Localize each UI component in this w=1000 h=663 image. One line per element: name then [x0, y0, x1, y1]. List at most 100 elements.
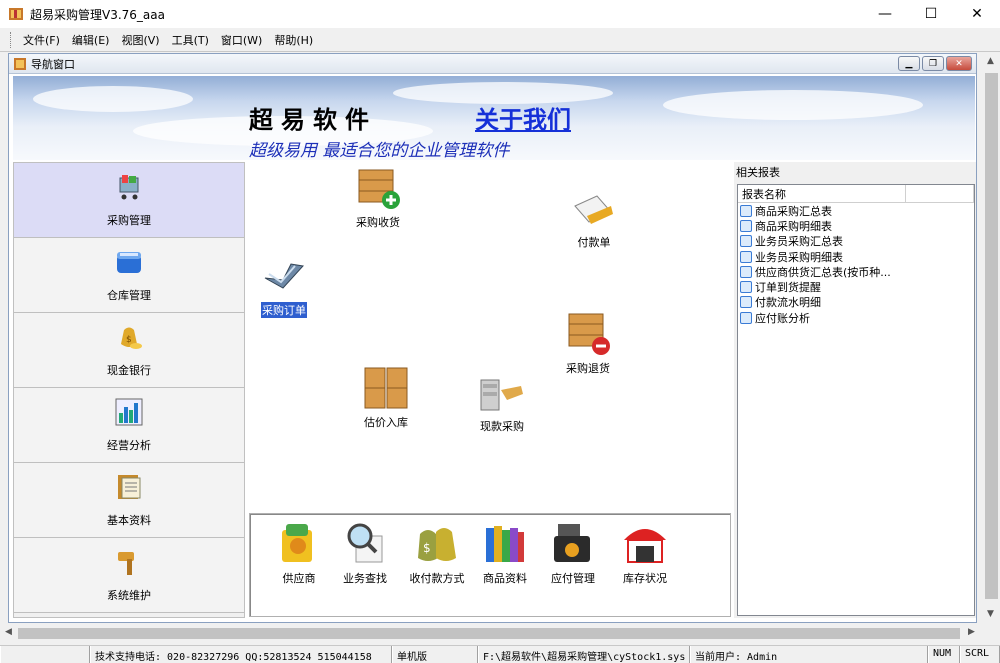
purchase-order-item[interactable]: 采购订单 [261, 258, 307, 318]
svg-text:$: $ [126, 335, 132, 345]
item-label: 采购订单 [261, 302, 307, 318]
nav-label: 系统维护 [107, 589, 151, 602]
crate-add-icon [358, 169, 400, 209]
report-icon [740, 281, 752, 294]
hammer-icon [118, 552, 134, 575]
nav-label: 采购管理 [107, 214, 151, 227]
quick-label: 库存状况 [623, 572, 667, 585]
quick-label: 商品资料 [483, 572, 527, 585]
nav-basic-data[interactable]: 基本资料 [14, 463, 244, 538]
report-item-label: 付款流水明细 [755, 296, 821, 310]
menu-help[interactable]: 帮助(H) [268, 32, 319, 48]
status-blank [0, 646, 90, 663]
cash-purchase-item[interactable]: 现款采购 [477, 374, 527, 434]
nav-cash-bank[interactable]: $ 现金银行 [14, 313, 244, 388]
nav-purchase[interactable]: 采购管理 [14, 163, 244, 238]
close-button[interactable]: ✕ [954, 0, 1000, 28]
quick-label: 供应商 [282, 572, 316, 585]
window-icon [14, 57, 26, 70]
related-reports-title: 相关报表 [736, 166, 780, 179]
status-user: 当前用户: Admin [690, 646, 928, 663]
title-bar: 超易采购管理V3.76_aaa — ☐ ✕ [0, 0, 1000, 28]
nav-label: 基本资料 [107, 514, 151, 527]
mdi-restore-button[interactable]: ❐ [922, 56, 944, 71]
item-label: 估价入库 [364, 416, 408, 429]
item-label: 采购收货 [356, 216, 400, 229]
report-item[interactable]: 业务员采购明细表 [738, 249, 974, 264]
scroll-left-icon[interactable]: ◀ [5, 627, 12, 637]
report-item[interactable]: 供应商供货汇总表(按币种... [738, 264, 974, 279]
scroll-down-icon[interactable]: ▼ [987, 609, 994, 619]
report-item[interactable]: 应付账分析 [738, 310, 974, 325]
mdi-minimize-button[interactable]: ▁ [898, 56, 920, 71]
nav-analysis[interactable]: 经营分析 [14, 388, 244, 463]
status-edition: 单机版 [392, 646, 478, 663]
cart-icon [119, 175, 139, 200]
vertical-scrollbar[interactable]: ▲ ▼ [983, 53, 1000, 623]
report-item[interactable]: 业务员采购汇总表 [738, 234, 974, 249]
report-icon [740, 219, 752, 232]
status-support: 技术支持电话: 020-82327296 QQ:52813524 5150441… [90, 646, 392, 663]
quick-supplier[interactable]: 供应商 [266, 520, 332, 586]
scroll-right-icon[interactable]: ▶ [968, 627, 975, 637]
purchase-return-item[interactable]: 采购退货 [565, 308, 611, 376]
scroll-up-icon[interactable]: ▲ [987, 56, 994, 66]
minimize-button[interactable]: — [862, 0, 908, 28]
status-path: F:\超易软件\超易采购管理\cyStock1.sys [478, 646, 690, 663]
menu-window[interactable]: 窗口(W) [215, 32, 268, 48]
menu-tools[interactable]: 工具(T) [166, 32, 215, 48]
report-item-label: 供应商供货汇总表(按币种... [755, 265, 891, 279]
horizontal-scroll-thumb[interactable] [18, 628, 960, 639]
horizontal-scrollbar[interactable]: ◀ ▶ [0, 625, 983, 642]
report-icon [740, 311, 752, 324]
warehouse-icon [624, 529, 666, 563]
menu-edit[interactable]: 编辑(E) [66, 32, 116, 48]
column-header-empty[interactable] [906, 185, 974, 202]
report-icon [740, 296, 752, 309]
quick-payable-management[interactable]: 应付管理 [540, 520, 606, 586]
mdi-close-button[interactable]: ✕ [946, 56, 972, 71]
nav-warehouse[interactable]: 仓库管理 [14, 238, 244, 313]
status-scrl: SCRL [960, 646, 1000, 663]
crate-remove-icon [568, 313, 610, 355]
nav-system[interactable]: 系统维护 [14, 538, 244, 613]
cash-hand-icon [480, 379, 523, 411]
navigation-window-title: 导航窗口 [31, 57, 75, 71]
nav-label: 仓库管理 [107, 289, 151, 302]
money-bag-icon: $ [121, 327, 142, 349]
vertical-scroll-thumb[interactable] [985, 73, 998, 599]
function-area: 采购收货 付款单 采购订单 采购退货 估价入库 现款采购 [247, 162, 731, 510]
about-us-link[interactable]: 关于我们 [475, 100, 571, 135]
report-item[interactable]: 订单到货提醒 [738, 279, 974, 294]
estimate-stockin-item[interactable]: 估价入库 [363, 366, 409, 430]
payment-item[interactable]: 付款单 [571, 190, 617, 250]
menu-view[interactable]: 视图(V) [115, 32, 165, 48]
navigation-window: 导航窗口 ▁ ❐ ✕ 超易软件 关于我们 超级易用 最适合您的企业管理软件 采购… [8, 53, 977, 623]
brand-title: 超易软件 [249, 105, 377, 134]
bar-chart-icon [115, 398, 143, 426]
quick-label: 收付款方式 [409, 572, 465, 585]
maximize-button[interactable]: ☐ [908, 0, 954, 28]
menu-bar: 文件(F) 编辑(E) 视图(V) 工具(T) 窗口(W) 帮助(H) [0, 28, 1000, 52]
quick-product-data[interactable]: 商品资料 [472, 520, 538, 586]
status-bar: 技术支持电话: 020-82327296 QQ:52813524 5150441… [0, 645, 1000, 663]
item-label: 采购退货 [566, 362, 610, 375]
report-item[interactable]: 商品采购明细表 [738, 218, 974, 233]
cloud-decoration [663, 90, 923, 120]
document-folder-icon [118, 475, 141, 499]
quick-label: 业务查找 [343, 572, 387, 585]
status-num: NUM [928, 646, 960, 663]
quick-payment-method[interactable]: $ 收付款方式 [404, 520, 470, 586]
warehouse-box-icon [117, 252, 141, 273]
report-item[interactable]: 付款流水明细 [738, 295, 974, 310]
menu-file[interactable]: 文件(F) [17, 32, 66, 48]
report-icon [740, 250, 752, 263]
report-list-header: 报表名称 [738, 185, 974, 203]
supplier-icon [282, 524, 312, 562]
report-item-label: 业务员采购明细表 [755, 250, 843, 264]
quick-stock-status[interactable]: 库存状况 [612, 520, 678, 586]
column-header-report-name[interactable]: 报表名称 [738, 185, 906, 202]
report-item[interactable]: 商品采购汇总表 [738, 203, 974, 218]
purchase-receive-item[interactable]: 采购收货 [355, 166, 401, 230]
quick-business-search[interactable]: 业务查找 [332, 520, 398, 586]
